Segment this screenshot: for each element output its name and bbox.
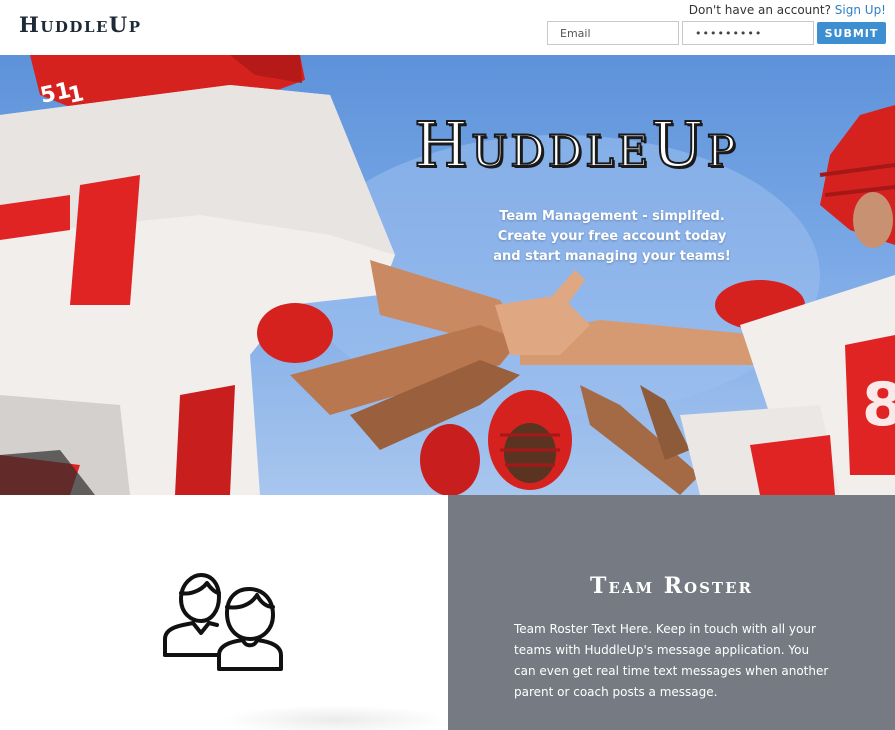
signup-link[interactable]: Sign Up! (835, 3, 886, 17)
feature-description: Team Roster Text Here. Keep in touch wit… (514, 622, 829, 699)
signup-prompt-text: Don't have an account? (688, 3, 831, 17)
feature-text-panel: Team Roster Team Roster Text Here. Keep … (448, 495, 895, 730)
password-input[interactable] (682, 21, 814, 45)
hero-title: HuddleUp (413, 108, 739, 181)
feature-title: Team Roster (590, 573, 753, 599)
svg-text:8: 8 (862, 370, 895, 440)
section-shadow (220, 705, 450, 730)
feature-icon-panel (0, 495, 450, 730)
site-header: HuddleUp Don't have an account? Sign Up!… (0, 0, 895, 55)
submit-button[interactable]: SUBMIT (817, 22, 886, 44)
hero-banner: 51 8 1 HuddleUp Team Management - simpli… (0, 55, 895, 495)
site-logo[interactable]: HuddleUp (19, 12, 142, 37)
email-input[interactable] (547, 21, 679, 45)
jersey-number-right: 8 (862, 370, 895, 440)
team-roster-icon (163, 573, 283, 671)
signup-prompt: Don't have an account? Sign Up! (689, 3, 886, 17)
hero-tagline: Team Management - simplifed. Create your… (493, 209, 731, 264)
